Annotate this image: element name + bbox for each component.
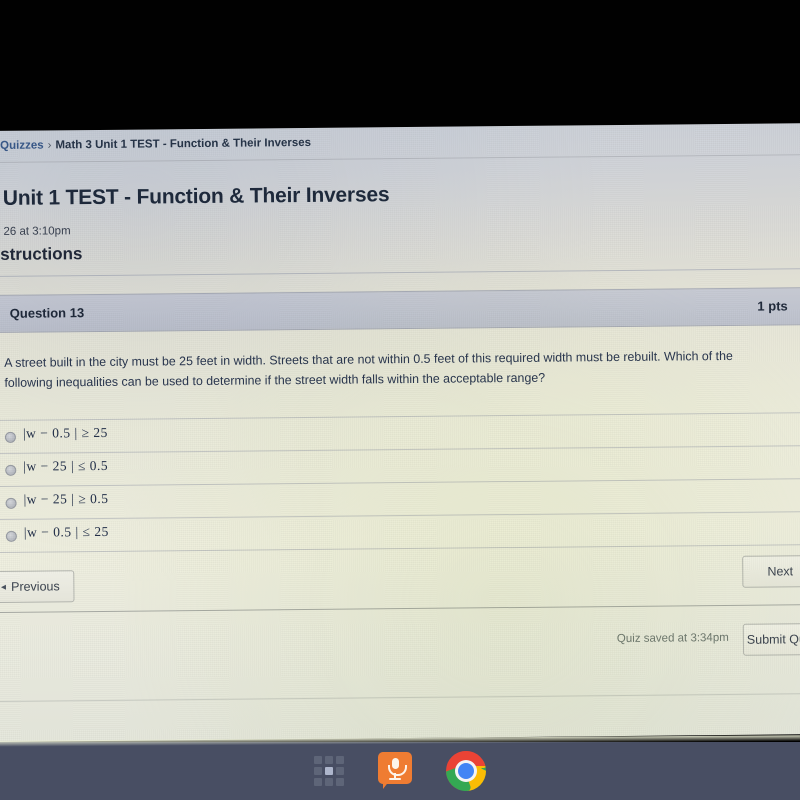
apps-grid-icon[interactable] [314,756,344,786]
answer-option-a-label: |w − 0.5 | ≥ 25 [22,424,108,441]
breadcrumb-separator-icon: › [47,139,52,152]
next-button-label: Next [767,564,794,579]
previous-button-label: Previous [10,579,60,594]
answer-option-d-label: |w − 0.5 | ≤ 25 [23,523,109,540]
breadcrumb-link-quizzes[interactable]: Quizzes [0,140,44,152]
footer-divider [0,604,800,614]
canvas-quiz-page: Quizzes › Math 3 Unit 1 TEST - Function & … [0,123,800,742]
submit-quiz-button[interactable]: Submit Quiz [742,623,800,656]
system-dock [0,742,800,800]
dock-icon-row [0,742,800,800]
question-header-bar: Question 13 1 pts [0,287,800,333]
question-points-label: 1 pts [757,298,788,314]
screen-surface: Quizzes › Math 3 Unit 1 TEST - Function & … [0,123,800,742]
monitor-bezel-top [0,0,800,131]
quiz-instructions-heading: iz Instructions [0,244,83,265]
question-text: A street built in the city must be 25 fe… [4,348,733,390]
next-button[interactable]: Next [742,555,800,588]
instructions-divider [0,268,800,278]
previous-button[interactable]: ◂ Previous [0,570,75,604]
question-number-label: Question 13 [9,305,85,321]
radio-button-icon[interactable] [5,530,17,542]
photographed-screen-scene: Quizzes › Math 3 Unit 1 TEST - Function & … [0,0,800,800]
breadcrumb: Quizzes › Math 3 Unit 1 TEST - Function & … [0,137,311,152]
chrome-icon[interactable] [446,751,486,791]
breadcrumb-divider [0,154,800,164]
answer-option-b-label: |w − 25 | ≤ 0.5 [23,457,109,474]
answer-option-c-label: |w − 25 | ≥ 0.5 [23,490,109,507]
quiz-due-date: d: Jan 26 at 3:10pm [0,225,71,238]
submit-quiz-button-label: Submit Quiz [746,632,800,647]
radio-button-icon[interactable] [5,497,17,509]
microphone-icon[interactable] [378,752,412,790]
arrow-left-icon: ◂ [0,581,7,593]
radio-button-icon[interactable] [5,464,17,476]
page-title: th 3 Unit 1 TEST - Function & Their Inve… [0,183,390,211]
radio-button-icon[interactable] [4,431,16,443]
breadcrumb-current: Math 3 Unit 1 TEST - Function & Their In… [55,136,312,152]
page-bottom-divider [0,693,800,703]
quiz-saved-status: Quiz saved at 3:34pm [616,631,729,646]
answer-option-d[interactable]: |w − 0.5 | ≤ 25 [0,511,800,553]
